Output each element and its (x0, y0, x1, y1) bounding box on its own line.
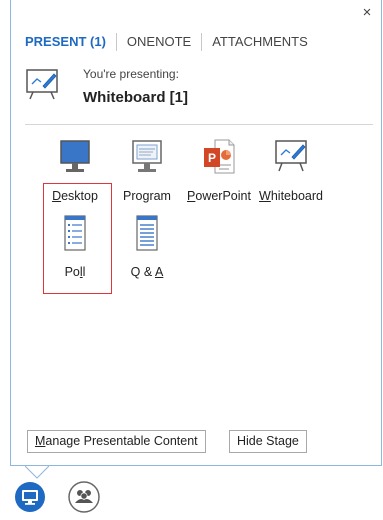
tab-attachments[interactable]: ATTACHMENTS (201, 33, 318, 51)
close-button[interactable]: × (360, 5, 374, 20)
qa-icon (136, 215, 158, 251)
whiteboard-tile[interactable]: Whiteboard (246, 137, 336, 203)
presenting-label: You're presenting: (83, 67, 179, 81)
tab-onenote[interactable]: ONENOTE (115, 33, 201, 51)
present-flyout: × PRESENT (1) ONENOTE ATTACHMENTS You're… (0, 0, 383, 520)
whiteboard-icon (275, 140, 307, 172)
poll-icon (64, 215, 86, 251)
present-panel: × PRESENT (1) ONENOTE ATTACHMENTS You're… (10, 0, 382, 466)
qa-tile[interactable]: Q & A (102, 213, 192, 279)
flyout-pointer (25, 465, 49, 479)
presenting-status: You're presenting: Whiteboard [1] (25, 64, 365, 112)
whiteboard-icon (26, 69, 58, 100)
whiteboard-label: Whiteboard (259, 189, 323, 203)
divider (25, 124, 373, 125)
manage-presentable-content-button[interactable]: Manage Presentable Content (27, 430, 206, 453)
tab-present[interactable]: PRESENT (1) (25, 33, 116, 51)
participants-icon[interactable] (68, 481, 100, 513)
present-icon[interactable] (14, 481, 46, 513)
tab-bar: PRESENT (1) ONENOTE ATTACHMENTS (25, 33, 318, 51)
svg-text:P: P (208, 151, 216, 165)
qa-label: Q & A (130, 265, 164, 279)
hide-stage-button[interactable]: Hide Stage (229, 430, 307, 453)
desktop-icon (60, 140, 90, 172)
program-icon (132, 140, 162, 172)
presenting-title: Whiteboard [1] (83, 89, 188, 106)
powerpoint-icon: P (204, 139, 235, 174)
